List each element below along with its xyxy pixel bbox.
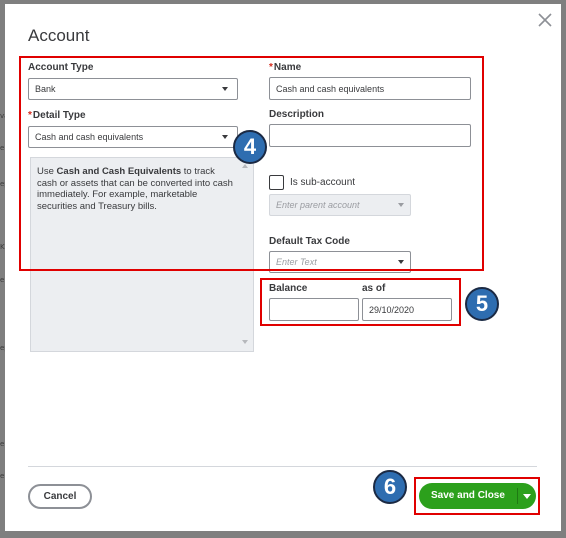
background-fragment: e — [0, 144, 5, 152]
step-badge-4: 4 — [233, 130, 267, 164]
scroll-down-icon[interactable] — [242, 340, 248, 344]
step-badge-6: 6 — [373, 470, 407, 504]
background-fragment: e — [0, 472, 5, 480]
dialog-title: Account — [28, 26, 90, 45]
close-icon[interactable] — [535, 10, 555, 30]
background-fragment: e — [0, 276, 5, 284]
highlight-box-save — [414, 477, 540, 515]
cancel-button[interactable]: Cancel — [28, 484, 92, 509]
highlight-box-balance — [260, 278, 461, 326]
background-fragment: e — [0, 440, 5, 448]
footer-divider — [28, 466, 537, 467]
step-badge-5: 5 — [465, 287, 499, 321]
background-fragment: K — [0, 243, 5, 251]
